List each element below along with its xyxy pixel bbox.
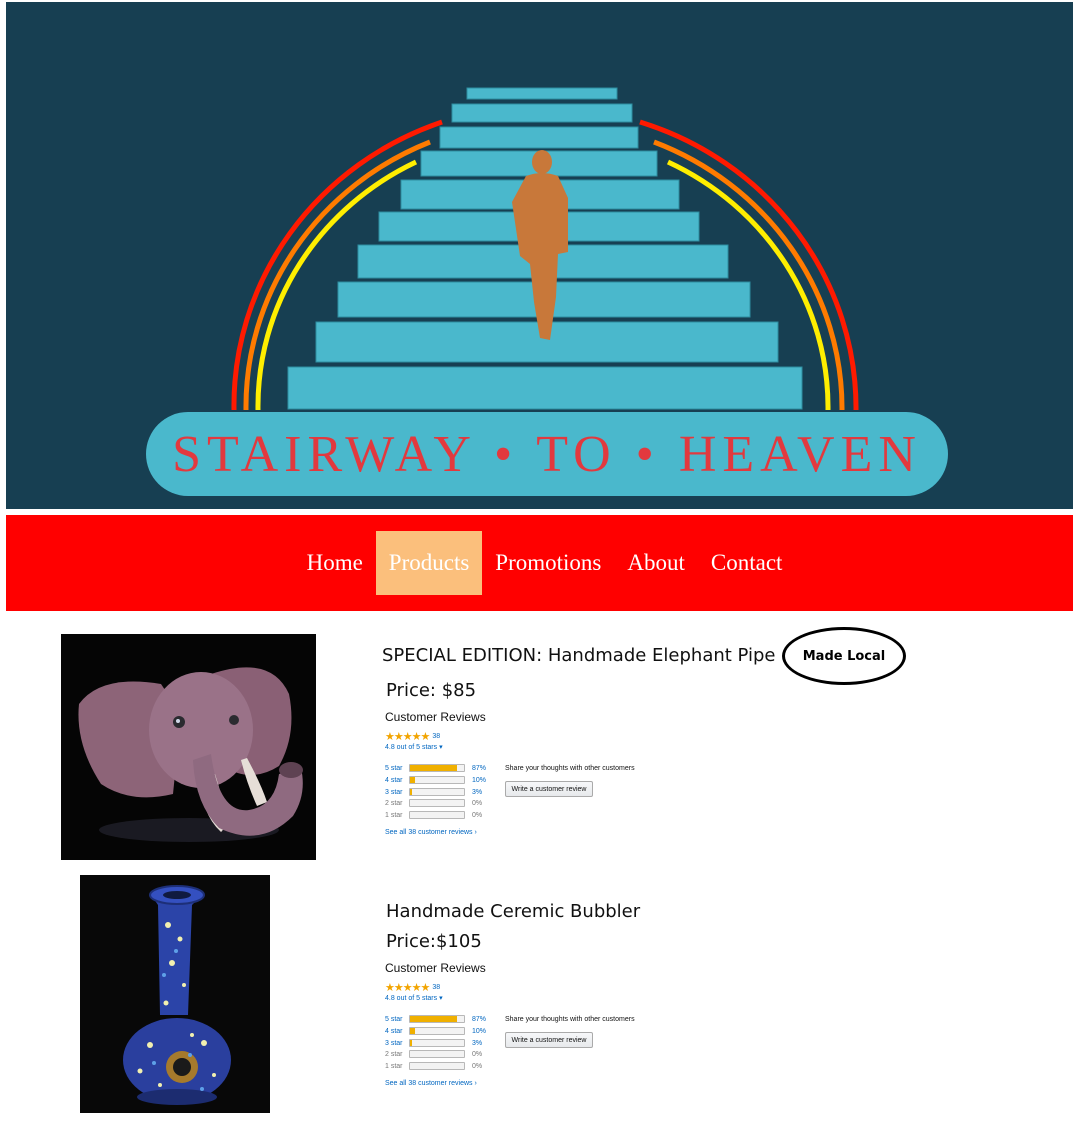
product-price: Price: $85 [386, 680, 477, 701]
histogram-row-5-star[interactable]: 5 star 87% [385, 764, 495, 774]
histogram-bar-fill [410, 1016, 457, 1022]
histogram-row-1-star: 1 star 0% [385, 811, 495, 821]
histogram-bar [409, 1015, 465, 1023]
star-rating: ★★★★★ 38 [385, 981, 440, 994]
histogram-percent: 3% [472, 1040, 483, 1047]
product-title[interactable]: Handmade Ceremic Bubbler [386, 901, 640, 922]
histogram-label: 5 star [385, 1016, 403, 1023]
see-all-reviews-link[interactable]: See all 38 customer reviews › [385, 829, 477, 836]
histogram-label: 4 star [385, 777, 403, 784]
histogram-bar [409, 1050, 465, 1058]
star-icons: ★★★★★ [385, 731, 430, 743]
reviews-heading: Customer Reviews [385, 961, 486, 975]
histogram-bar [409, 799, 465, 807]
share-thoughts-text: Share your thoughts with other customers [505, 1016, 635, 1023]
review-count-link[interactable]: 38 [432, 733, 440, 740]
histogram-percent: 0% [472, 1051, 483, 1058]
made-local-badge: Made Local [782, 627, 906, 685]
histogram-label: 4 star [385, 1028, 403, 1035]
histogram-bar-fill [410, 777, 416, 783]
review-count-link[interactable]: 38 [432, 984, 440, 991]
histogram-bar [409, 811, 465, 819]
histogram-row-4-star[interactable]: 4 star 10% [385, 1027, 495, 1037]
histogram-row-3-star[interactable]: 3 star 3% [385, 1039, 495, 1049]
histogram-label: 3 star [385, 789, 403, 796]
histogram-percent: 87% [472, 1016, 487, 1023]
histogram-percent: 0% [472, 812, 483, 819]
site-banner: STAIRWAY • TO • HEAVEN [6, 2, 1073, 509]
share-thoughts-text: Share your thoughts with other customers [505, 765, 635, 772]
histogram-row-4-star[interactable]: 4 star 10% [385, 776, 495, 786]
write-review-button[interactable]: Write a customer review [505, 781, 593, 797]
histogram-bar [409, 776, 465, 784]
histogram-percent: 0% [472, 800, 483, 807]
histogram-label: 1 star [385, 812, 403, 819]
write-review-button[interactable]: Write a customer review [505, 1032, 593, 1048]
histogram-label: 5 star [385, 765, 403, 772]
histogram-bar-fill [410, 1040, 412, 1046]
histogram-bar-fill [410, 765, 457, 771]
ceramic-bubbler-image[interactable] [80, 875, 270, 1113]
average-rating-link[interactable]: 4.8 out of 5 stars ▾ [385, 743, 443, 751]
histogram-label: 2 star [385, 800, 403, 807]
reviews-heading: Customer Reviews [385, 710, 486, 724]
histogram-percent: 87% [472, 765, 487, 772]
histogram-percent: 3% [472, 789, 483, 796]
histogram-label: 2 star [385, 1051, 403, 1058]
histogram-row-3-star[interactable]: 3 star 3% [385, 788, 495, 798]
nav-item-home[interactable]: Home [294, 531, 376, 595]
star-icons: ★★★★★ [385, 982, 430, 994]
nav-items: Home Products Promotions About Contact [294, 531, 796, 595]
histogram-label: 1 star [385, 1063, 403, 1070]
histogram-row-2-star: 2 star 0% [385, 1050, 495, 1060]
histogram-bar-fill [410, 1028, 416, 1034]
histogram-row-5-star[interactable]: 5 star 87% [385, 1015, 495, 1025]
histogram-bar [409, 1062, 465, 1070]
histogram-bar [409, 1027, 465, 1035]
logo-title-pill: STAIRWAY • TO • HEAVEN [146, 412, 948, 496]
nav-item-about[interactable]: About [614, 531, 698, 595]
product-title[interactable]: SPECIAL EDITION: Handmade Elephant Pipe [382, 645, 776, 666]
histogram-label: 3 star [385, 1040, 403, 1047]
histogram-bar [409, 1039, 465, 1047]
histogram-bar [409, 764, 465, 772]
elephant-pipe-image[interactable] [61, 634, 316, 860]
see-all-reviews-link[interactable]: See all 38 customer reviews › [385, 1080, 477, 1087]
histogram-row-2-star: 2 star 0% [385, 799, 495, 809]
histogram-percent: 0% [472, 1063, 483, 1070]
histogram-percent: 10% [472, 1028, 487, 1035]
nav-item-contact[interactable]: Contact [698, 531, 796, 595]
site-title: STAIRWAY • TO • HEAVEN [172, 425, 922, 483]
histogram-bar-fill [410, 789, 412, 795]
star-rating: ★★★★★ 38 [385, 730, 440, 743]
main-nav: Home Products Promotions About Contact [6, 515, 1073, 611]
histogram-percent: 10% [472, 777, 487, 784]
nav-item-promotions[interactable]: Promotions [482, 531, 614, 595]
product-price: Price:$105 [386, 931, 482, 952]
nav-item-products[interactable]: Products [375, 531, 483, 595]
histogram-bar [409, 788, 465, 796]
histogram-row-1-star: 1 star 0% [385, 1062, 495, 1072]
average-rating-link[interactable]: 4.8 out of 5 stars ▾ [385, 994, 443, 1002]
